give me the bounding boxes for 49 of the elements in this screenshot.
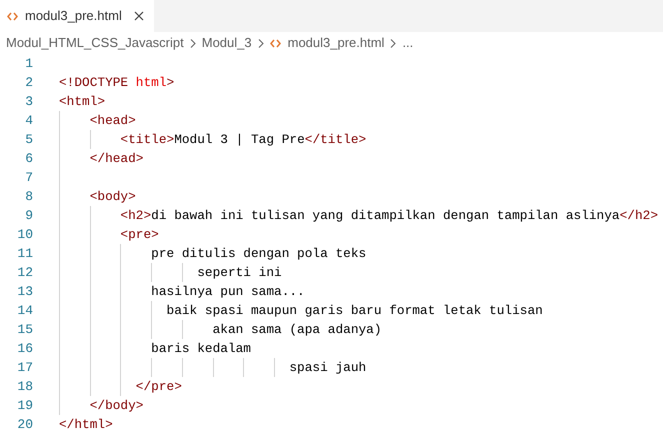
- code-line: pre ditulis dengan pola teks: [150, 244, 366, 263]
- line-number: 6: [24, 150, 33, 168]
- line-number: 7: [24, 168, 33, 187]
- chevron-right-icon: [190, 38, 196, 48]
- code-file-icon: [7, 12, 18, 20]
- code-line: <pre>: [119, 226, 159, 244]
- line-number: 20: [16, 416, 33, 432]
- line-number: 10: [16, 226, 33, 244]
- close-icon[interactable]: [134, 11, 144, 21]
- code-line: <h2>di bawah ini tulisan yang ditampilkan dengan tampilan aslinya</h2>: [119, 206, 658, 225]
- chevron-right-icon: [258, 38, 264, 48]
- code-line: hasilnya pun sama...: [150, 282, 305, 301]
- line-number: 2: [24, 74, 33, 92]
- editor-tab[interactable]: modul3_pre.html: [0, 0, 154, 32]
- line-number: 4: [24, 112, 33, 130]
- code-file-icon: [270, 38, 281, 48]
- code-line: </pre>: [134, 378, 182, 396]
- line-number: 18: [16, 378, 33, 396]
- breadcrumb-item[interactable]: Modul_HTML_CSS_Javascript: [6, 33, 184, 53]
- line-number: 15: [16, 320, 33, 339]
- code-line: </html>: [59, 416, 113, 432]
- code-line: </body>: [88, 396, 144, 415]
- line-number: 17: [16, 358, 33, 377]
- line-number: 13: [16, 282, 33, 301]
- code-line: <head>: [88, 112, 136, 130]
- breadcrumb-item[interactable]: Modul_3: [202, 33, 252, 53]
- line-number: 5: [24, 130, 33, 149]
- line-number: 19: [16, 396, 33, 415]
- line-number: 12: [16, 264, 33, 282]
- code-line: <body>: [88, 188, 136, 206]
- line-number: 16: [16, 340, 33, 358]
- code-line: akan sama (apa adanya): [212, 320, 382, 339]
- code-line: <html>: [59, 92, 106, 111]
- code-line: baik spasi maupun garis baru format letak tulisan: [166, 302, 543, 320]
- line-number: 14: [16, 302, 33, 320]
- code-line: <title>Modul 3 | Tag Pre</title>: [119, 130, 366, 149]
- code-line: baris kedalam: [150, 340, 251, 358]
- line-number: 3: [24, 92, 33, 111]
- code-line: spasi jauh: [288, 358, 366, 377]
- code-line: </head>: [88, 150, 144, 168]
- code-line: seperti ini: [196, 264, 282, 282]
- code-line: <!DOCTYPE html>: [59, 74, 174, 92]
- line-number: 8: [24, 188, 33, 206]
- line-number: 11: [16, 244, 33, 263]
- line-number: 9: [24, 206, 33, 225]
- chevron-right-icon: [390, 38, 396, 48]
- breadcrumb-item[interactable]: modul3_pre.html: [288, 33, 384, 53]
- breadcrumb-more[interactable]: ...: [402, 33, 414, 53]
- line-number: 1: [24, 54, 33, 73]
